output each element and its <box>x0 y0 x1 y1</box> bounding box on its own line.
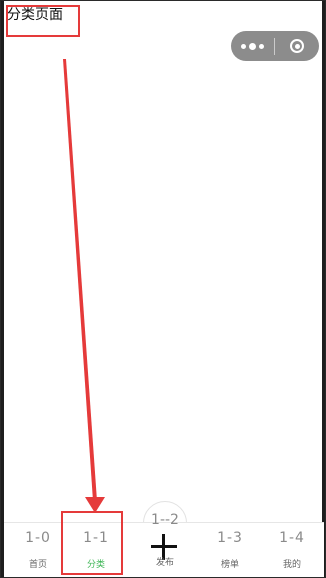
tab-highlight-box <box>61 511 123 575</box>
tab-mine-label: 我的 <box>282 560 301 570</box>
tab-ranking[interactable]: 1-3 榜单 <box>200 523 260 577</box>
annotation-arrow <box>63 59 105 513</box>
tab-home-icon-text: 1-0 <box>25 530 51 546</box>
tab-ranking-label: 榜单 <box>220 560 239 570</box>
tab-ranking-icon-text: 1-3 <box>217 530 243 546</box>
tab-mine[interactable]: 1-4 我的 <box>262 523 322 577</box>
publish-label: 发布 <box>155 558 174 568</box>
tab-mine-icon-text: 1-4 <box>279 530 305 546</box>
tab-home-label: 首页 <box>28 560 47 570</box>
phone-frame: 分类页面 1-0 首页 1-1 分类 1-3 榜单 1-4 我的 1--2 发布 <box>0 0 326 578</box>
publish-icon-text: 1--2 <box>151 512 179 528</box>
tab-home[interactable]: 1-0 首页 <box>8 523 68 577</box>
